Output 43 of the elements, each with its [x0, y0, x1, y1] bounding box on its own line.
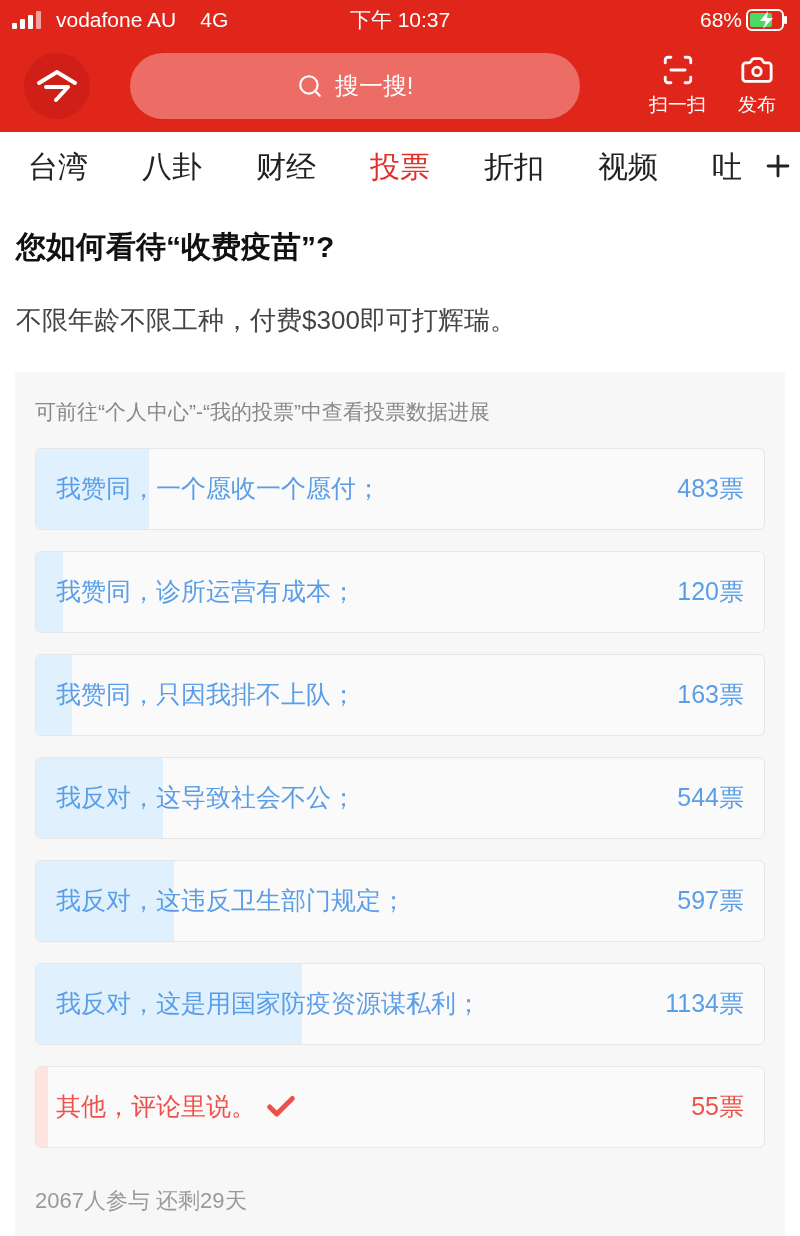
battery-charging-icon	[746, 9, 788, 31]
category-tab[interactable]: 吐	[712, 143, 800, 189]
option-text: 其他，评论里说。	[56, 1090, 256, 1122]
poll-option[interactable]: 我赞同，只因我排不上队； 163票	[35, 653, 765, 736]
option-text: 我反对，这违反卫生部门规定；	[56, 884, 406, 916]
category-tab[interactable]: 财经	[256, 143, 370, 189]
vote-count: 55票	[691, 1090, 744, 1122]
vote-count: 597票	[677, 884, 744, 916]
poll-option[interactable]: 其他，评论里说。 55票	[35, 1065, 765, 1148]
poll-option[interactable]: 我反对，这导致社会不公； 544票	[35, 756, 765, 839]
category-tab[interactable]: 台湾	[28, 143, 142, 189]
option-text: 我赞同，一个愿收一个愿付；	[56, 472, 381, 504]
vote-count: 483票	[677, 472, 744, 504]
vote-count: 544票	[677, 781, 744, 813]
carrier-label: vodafone AU	[56, 7, 177, 34]
poll-option[interactable]: 我赞同，一个愿收一个愿付； 483票	[35, 447, 765, 530]
battery-percent: 68%	[700, 7, 742, 34]
poll-option[interactable]: 我反对，这违反卫生部门规定； 597票	[35, 859, 765, 942]
poll-question: 您如何看待“收费疫苗”?	[16, 229, 336, 265]
option-text: 我反对，这导致社会不公；	[56, 781, 356, 813]
header-action-button[interactable]: 扫一扫	[649, 52, 706, 120]
category-tab[interactable]: 视频	[598, 143, 712, 189]
option-text: 我反对，这是用国家防疫资源谋私利；	[56, 987, 481, 1019]
vote-count: 1134票	[665, 987, 744, 1019]
logo-icon	[36, 69, 78, 103]
option-text: 我赞同，只因我排不上队；	[56, 678, 356, 710]
poll-description: 不限年龄不限工种，付费$300即可打辉瑞。	[16, 304, 517, 337]
vote-count: 120票	[677, 575, 744, 607]
status-time: 下午 10:37	[348, 7, 452, 34]
poll-footer: 2067人参与 还剩29天	[35, 1183, 765, 1217]
network-label: 4G	[200, 7, 229, 34]
category-tab[interactable]: 折扣	[484, 143, 598, 189]
option-text: 我赞同，诊所运营有成本；	[56, 575, 356, 607]
header-action-button[interactable]: 发布	[738, 52, 776, 120]
category-tab[interactable]: 投票	[370, 143, 484, 189]
search-icon	[296, 73, 323, 99]
vote-count: 163票	[677, 678, 744, 710]
category-tab[interactable]: 八卦	[142, 143, 256, 189]
poll-hint: 可前往“个人中心”-“我的投票”中查看投票数据进展	[35, 399, 491, 425]
poll-option[interactable]: 我赞同，诊所运营有成本； 120票	[35, 550, 765, 633]
poll-option[interactable]: 我反对，这是用国家防疫资源谋私利； 1134票	[35, 962, 765, 1045]
search-field[interactable]: 搜一搜!	[130, 53, 580, 119]
signal-icon	[12, 11, 44, 29]
